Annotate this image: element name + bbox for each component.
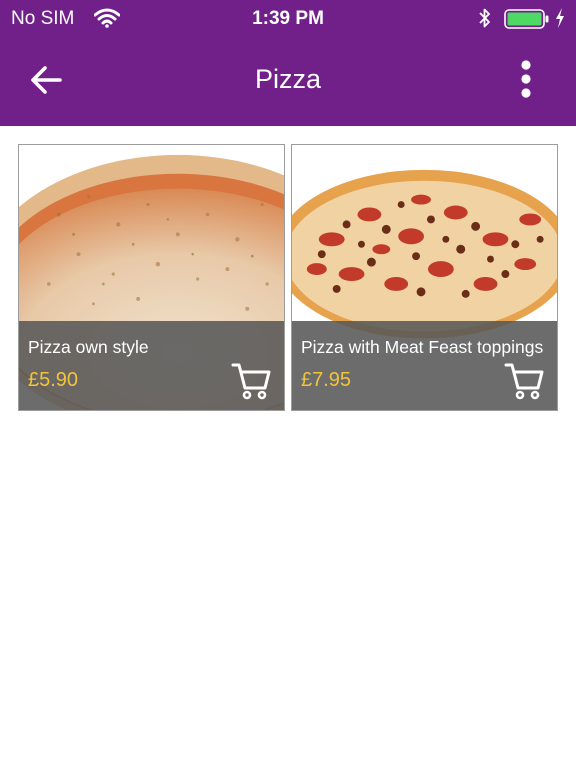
page-title: Pizza: [254, 64, 322, 94]
battery-icon: [504, 9, 550, 35]
status-bar: No SIM 1:39 PM: [0, 0, 576, 38]
shopping-cart-icon[interactable]: [231, 361, 271, 401]
product-name: Pizza with Meat Feast toppings: [301, 337, 544, 357]
shopping-cart-icon[interactable]: [504, 361, 544, 401]
product-price: £5.90: [28, 369, 79, 391]
product-price: £7.95: [301, 369, 352, 391]
bluetooth-icon: [478, 7, 492, 35]
product-info-overlay: Pizza with Meat Feast toppings £7.95: [292, 321, 557, 410]
more-vertical-icon[interactable]: [512, 58, 540, 100]
product-card[interactable]: Pizza with Meat Feast toppings £7.95: [291, 144, 558, 411]
product-name: Pizza own style: [28, 337, 149, 357]
charging-icon: [554, 7, 566, 35]
app-bar: No SIM 1:39 PM Pizza: [0, 0, 576, 126]
product-card[interactable]: Pizza own style £5.90: [18, 144, 285, 411]
product-grid: Pizza own style £5.90 Pizza with Meat Fe…: [18, 144, 558, 412]
product-info-overlay: Pizza own style £5.90: [19, 321, 284, 410]
